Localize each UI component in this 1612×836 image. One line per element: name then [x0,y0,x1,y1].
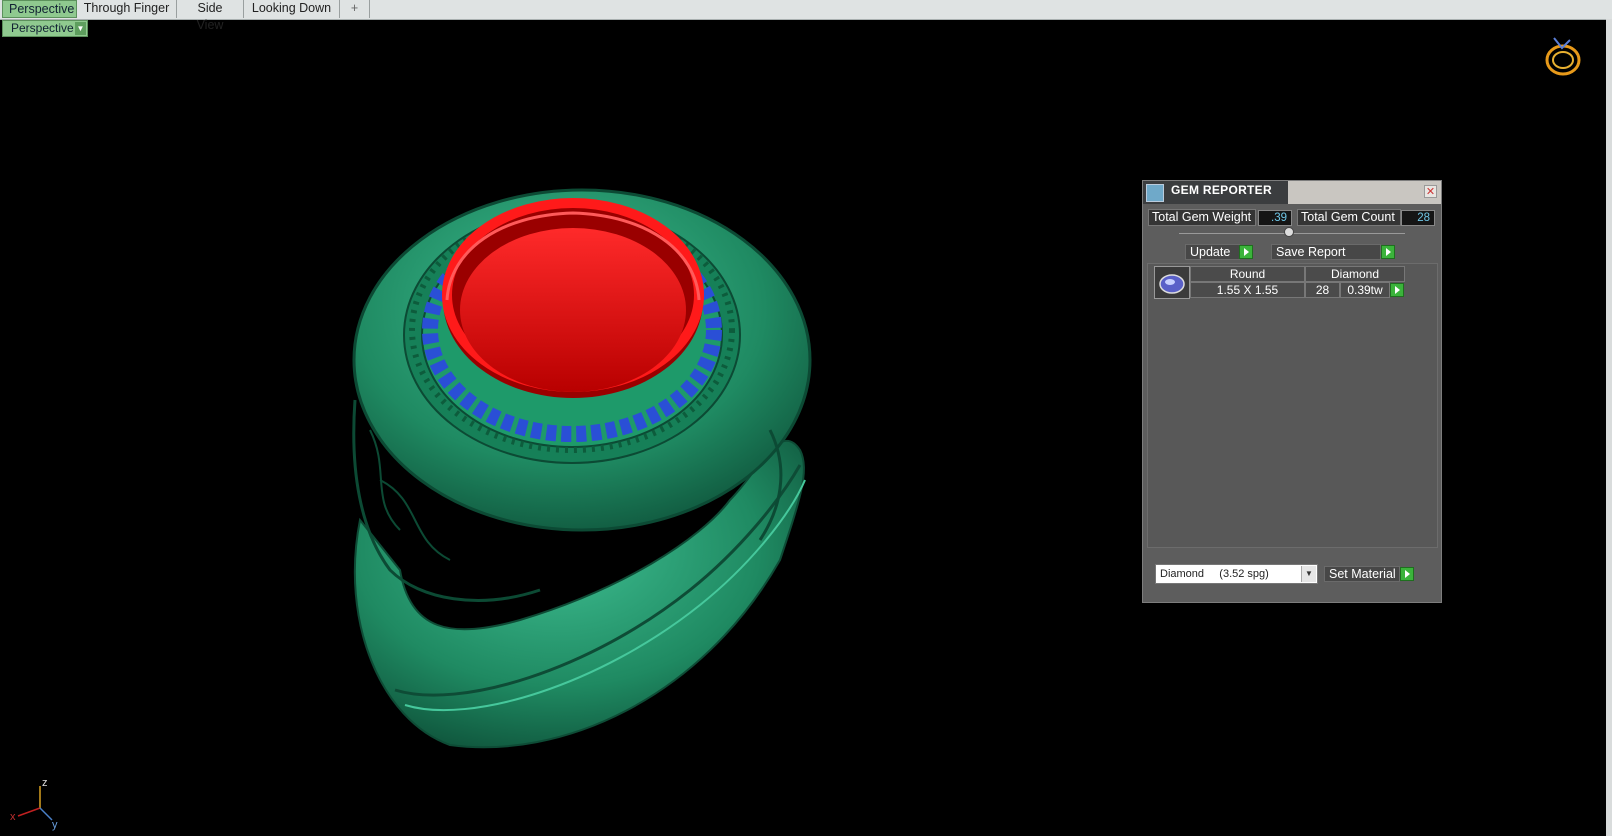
viewport-label[interactable]: Perspective ▼ [2,20,88,37]
gem-count: 28 [1305,282,1340,298]
center-stone-bezel [442,198,704,398]
gem-shape-header: Round [1190,266,1305,282]
gem-list: Round Diamond 1.55 X 1.55 28 0.39tw [1147,263,1438,548]
axis-y-label: y [52,819,58,831]
splitter-handle[interactable] [1284,227,1294,237]
chevron-down-icon[interactable]: ▼ [75,22,86,35]
tab-looking-down[interactable]: Looking Down [244,0,340,18]
viewport-label-text: Perspective [11,21,74,35]
tab-through-finger[interactable]: Through Finger [77,0,177,18]
gem-weight: 0.39tw [1340,282,1390,298]
gem-reporter-icon [1146,184,1164,202]
gem-reporter-panel: GEM REPORTER ✕ Total Gem Weight .39 Tota… [1142,180,1442,603]
gem-reporter-title: GEM REPORTER [1171,183,1272,197]
add-tab-button[interactable]: + [340,0,370,18]
gem-size: 1.55 X 1.55 [1190,282,1305,298]
material-select-value: Diamond (3.52 spg) [1160,568,1269,580]
axis-z-label: z [42,777,48,789]
save-report-button[interactable]: Save Report [1271,244,1381,260]
total-gem-count-label: Total Gem Count [1297,209,1401,226]
round-gem-icon [1154,266,1190,299]
view-tab-bar: Perspective Through Finger Side View Loo… [0,0,1612,32]
gem-reporter-titlebar[interactable]: GEM REPORTER ✕ [1143,181,1441,204]
tab-perspective[interactable]: Perspective [2,0,77,18]
chevron-down-icon[interactable]: ▼ [1301,566,1316,582]
gem-row-play-icon[interactable] [1390,283,1404,297]
total-gem-weight-value: .39 [1258,210,1292,226]
total-gem-count-value: 28 [1401,210,1435,226]
axis-triad: z x y [10,777,58,831]
set-material-play-icon[interactable] [1400,567,1414,581]
material-select[interactable]: Diamond (3.52 spg) ▼ [1155,564,1318,584]
update-play-icon[interactable] [1239,245,1253,259]
set-material-button[interactable]: Set Material [1324,566,1400,582]
axis-x-label: x [10,811,16,823]
update-button[interactable]: Update [1185,244,1240,260]
gem-material-header: Diamond [1305,266,1405,282]
ring-view-icon[interactable] [1540,30,1586,80]
save-report-play-icon[interactable] [1381,245,1395,259]
close-icon[interactable]: ✕ [1424,185,1437,198]
tab-side-view[interactable]: Side View [177,0,244,32]
viewport-right-border [1606,19,1612,836]
total-gem-weight-label: Total Gem Weight [1148,209,1256,226]
